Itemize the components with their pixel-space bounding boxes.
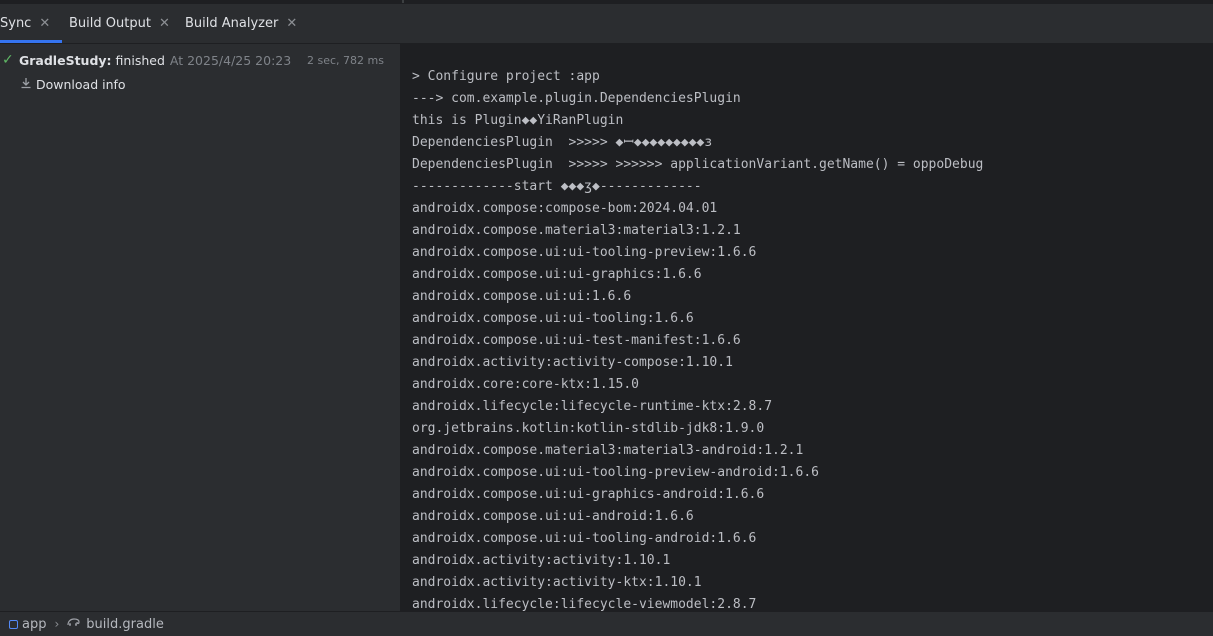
console-line: this is Plugin◆◆YiRanPlugin — [412, 113, 624, 128]
console-line: androidx.activity:activity-ktx:1.10.1 — [412, 575, 702, 590]
tab-build-analyzer[interactable]: Build Analyzer ✕ — [185, 4, 297, 43]
sync-timestamp: At 2025/4/25 20:23 — [169, 52, 292, 68]
tab-sync-label: Sync — [0, 16, 32, 31]
sync-status: finished — [115, 52, 165, 68]
console-line: DependenciesPlugin >>>>> ◆ꟷ◆◆◆◆◆◆◆◆◆ɜ — [412, 135, 713, 150]
gradle-icon-svg — [67, 618, 80, 626]
breadcrumb-file[interactable]: build.gradle — [86, 617, 164, 632]
tab-build-analyzer-close-icon[interactable]: ✕ — [286, 16, 297, 31]
console-line: androidx.compose:compose-bom:2024.04.01 — [412, 201, 718, 216]
console-line: androidx.compose.ui:ui-tooling:1.6.6 — [412, 311, 694, 326]
console-line: androidx.compose.ui:ui-tooling-android:1… — [412, 531, 757, 546]
console-line: androidx.compose.ui:ui-tooling-preview:1… — [412, 245, 757, 260]
console-text: > Configure project :app ---> com.example… — [412, 66, 983, 611]
sync-tree-root-row[interactable]: ✓ GradleStudy: finished At 2025/4/25 20:… — [0, 49, 400, 71]
console-line: androidx.compose.ui:ui-tooling-preview-a… — [412, 465, 819, 480]
console-line: > Configure project :app — [412, 69, 600, 84]
tab-build-output-label: Build Output — [69, 16, 151, 31]
console-line: androidx.activity:activity:1.10.1 — [412, 553, 671, 568]
console-line: DependenciesPlugin >>>>> >>>>>> applicat… — [412, 157, 984, 172]
breadcrumb: app › build.gradle — [0, 616, 164, 632]
download-info-label: Download info — [36, 76, 126, 92]
console-line: org.jetbrains.kotlin:kotlin-stdlib-jdk8:… — [412, 421, 765, 436]
gradle-elephant-icon — [67, 616, 81, 632]
tab-build-output-close-icon[interactable]: ✕ — [159, 16, 170, 31]
console-line: androidx.compose.ui:ui-graphics:1.6.6 — [412, 267, 702, 282]
breadcrumb-module[interactable]: app — [22, 617, 46, 632]
sync-console-output[interactable]: > Configure project :app ---> com.example… — [401, 44, 1213, 611]
console-line: androidx.compose.material3:material3-and… — [412, 443, 804, 458]
console-line: androidx.lifecycle:lifecycle-viewmodel:2… — [412, 597, 757, 611]
console-line: androidx.compose.material3:material3:1.2… — [412, 223, 741, 238]
console-line: androidx.compose.ui:ui-graphics-android:… — [412, 487, 765, 502]
sync-tree-panel: ✓ GradleStudy: finished At 2025/4/25 20:… — [0, 44, 401, 611]
console-line: androidx.lifecycle:lifecycle-runtime-ktx… — [412, 399, 773, 414]
console-line: ---> com.example.plugin.DependenciesPlug… — [412, 91, 741, 106]
console-line: androidx.compose.ui:ui:1.6.6 — [412, 289, 632, 304]
tab-build-output[interactable]: Build Output ✕ — [69, 4, 170, 43]
console-line: androidx.compose.ui:ui-android:1.6.6 — [412, 509, 694, 524]
build-tool-tabbar: Sync ✕ Build Output ✕ Build Analyzer ✕ — [0, 4, 1213, 44]
console-line: androidx.core:core-ktx:1.15.0 — [412, 377, 639, 392]
project-name: GradleStudy: — [19, 52, 112, 68]
console-line: androidx.activity:activity-compose:1.10.… — [412, 355, 733, 370]
status-bar: app › build.gradle — [0, 611, 1213, 636]
tab-sync-close-icon[interactable]: ✕ — [39, 16, 50, 31]
download-icon-svg — [21, 77, 31, 88]
top-divider — [402, 0, 404, 3]
checkmark-icon: ✓ — [2, 52, 14, 68]
tab-sync[interactable]: Sync ✕ — [0, 4, 63, 43]
tab-build-analyzer-label: Build Analyzer — [185, 16, 279, 31]
chevron-right-icon: › — [54, 617, 60, 631]
console-line: androidx.compose.ui:ui-test-manifest:1.6… — [412, 333, 741, 348]
sync-duration: 2 sec, 782 ms — [307, 53, 384, 67]
sync-tree-download-info-row[interactable]: Download info — [0, 73, 400, 95]
module-icon — [9, 619, 18, 629]
download-icon — [20, 77, 32, 92]
console-line: -------------start ◆◆◆ʒ◆------------- — [412, 179, 702, 194]
